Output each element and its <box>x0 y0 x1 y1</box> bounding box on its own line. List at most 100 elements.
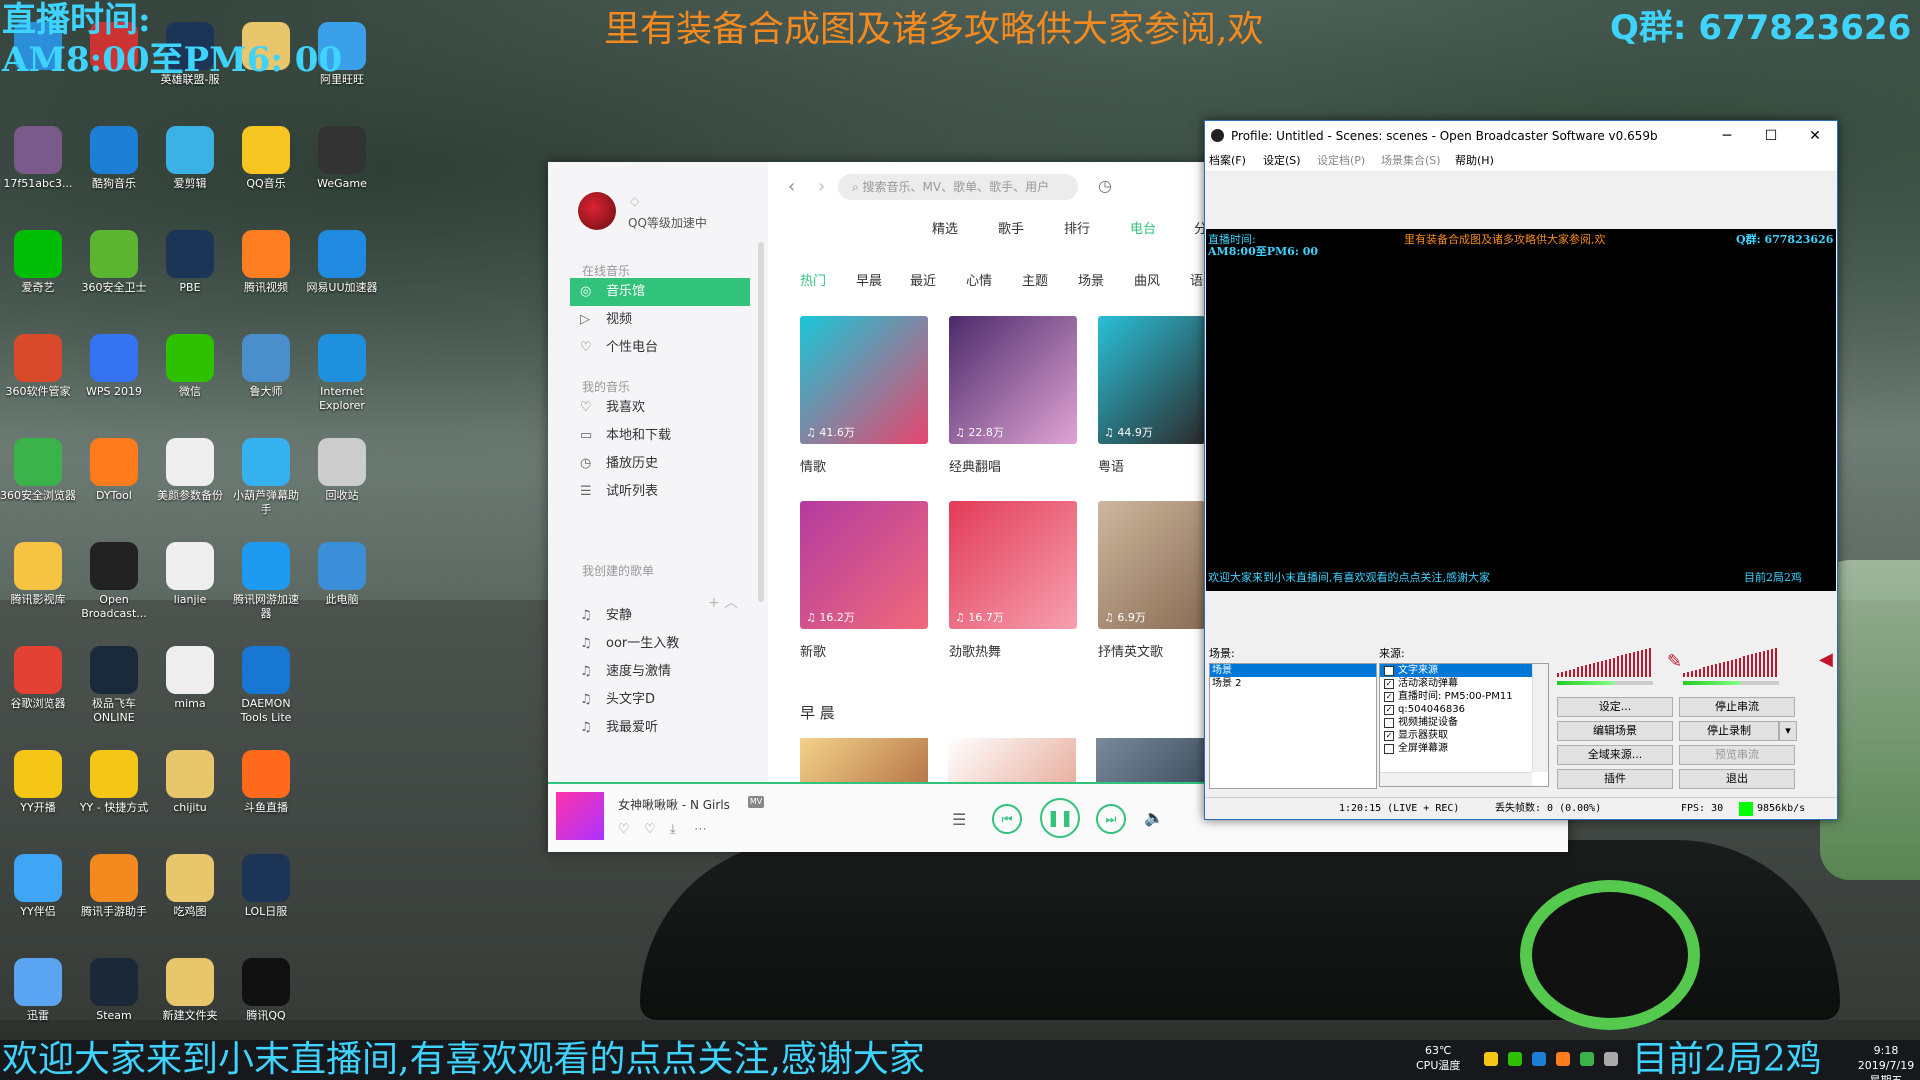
source-item[interactable]: ✓ 活动滚动弹幕 <box>1380 677 1548 690</box>
playlist-caption[interactable]: 粤语 <box>1098 456 1124 475</box>
volume-icon[interactable]: 🔈 <box>1144 808 1164 827</box>
desktop-icon[interactable]: 17f51abc3... <box>0 122 76 222</box>
download-icon[interactable]: ⤓ <box>670 822 676 837</box>
scene-item[interactable]: 场景 2 <box>1210 677 1376 690</box>
source-list[interactable]: ✓ 文字来源 ✓ 活动滚动弹幕 ✓ 直播时间: PM5:00-PM11 ✓ q:5040468… <box>1379 663 1549 787</box>
desktop-icon[interactable]: 腾讯影视库 <box>0 538 76 638</box>
global-sources-button[interactable]: 全域来源... <box>1557 745 1673 765</box>
desktop-icon[interactable]: 爱奇艺 <box>0 226 76 326</box>
desktop-icon[interactable]: lianjie <box>152 538 228 638</box>
tab-2[interactable]: 排行 <box>1064 218 1090 237</box>
exit-button[interactable]: 退出 <box>1679 769 1795 789</box>
subtab-3[interactable]: 心情 <box>966 270 992 289</box>
desktop-icon[interactable]: PBE <box>152 226 228 326</box>
playlist-caption[interactable]: 劲歌热舞 <box>949 641 1001 660</box>
playlist-card[interactable]: ♫ 44.9万 <box>1098 316 1205 444</box>
tab-3[interactable]: 电台 <box>1130 218 1156 237</box>
back-arrow-icon[interactable]: ‹ <box>788 176 795 197</box>
source-checkbox[interactable]: ✓ <box>1384 692 1394 702</box>
playlist-caption[interactable]: 抒情英文歌 <box>1098 641 1163 660</box>
subtab-0[interactable]: 热门 <box>800 270 826 289</box>
desktop-icon[interactable]: mima <box>152 642 228 742</box>
sidebar-item-online-1[interactable]: ▷ 视频 <box>570 306 750 334</box>
desktop-icon[interactable]: DYTool <box>76 434 152 534</box>
subtab-2[interactable]: 最近 <box>910 270 936 289</box>
mic-icon[interactable]: ✎ <box>1667 651 1682 672</box>
obs-menu-item[interactable]: 档案(F) <box>1209 151 1246 171</box>
obs-menu-item[interactable]: 帮助(H) <box>1455 151 1494 171</box>
desktop-icon[interactable]: 网易UU加速器 <box>304 226 380 326</box>
desktop-icon[interactable]: YY - 快捷方式 <box>76 746 152 846</box>
sidebar-playlist-3[interactable]: ♫ 头文字D <box>570 686 750 714</box>
tray-yy-icon[interactable] <box>1484 1052 1498 1066</box>
source-checkbox[interactable]: ✓ <box>1384 705 1394 715</box>
source-checkbox[interactable]: ✓ <box>1384 679 1394 689</box>
tray-network-icon[interactable] <box>1604 1052 1618 1066</box>
like-heart-icon[interactable]: ♡ <box>618 822 630 837</box>
desktop-icon[interactable]: LOL日服 <box>228 850 304 950</box>
source-checkbox[interactable]: ✓ <box>1384 731 1394 741</box>
desktop-icon[interactable]: 吃鸡图 <box>152 850 228 950</box>
playlist-caption[interactable]: 经典翻唱 <box>949 456 1001 475</box>
subtab-4[interactable]: 主题 <box>1022 270 1048 289</box>
search-input[interactable]: ⌕ 搜索音乐、MV、歌单、歌手、用户 <box>838 174 1078 200</box>
previous-track-icon[interactable]: ⏮ <box>992 804 1022 834</box>
sidebar-item-mine-0[interactable]: ♡ 我喜欢 <box>570 394 750 422</box>
source-checkbox[interactable] <box>1384 744 1394 754</box>
desktop-icon[interactable]: 斗鱼直播 <box>228 746 304 846</box>
desktop-icon[interactable]: 美颜参数备份 <box>152 434 228 534</box>
source-item[interactable]: 视频捕捉设备 <box>1380 716 1548 729</box>
subtab-5[interactable]: 场景 <box>1078 270 1104 289</box>
album-cover[interactable] <box>556 792 604 840</box>
desktop-icon[interactable]: chijitu <box>152 746 228 846</box>
desktop-icon[interactable]: 谷歌浏览器 <box>0 642 76 742</box>
desktop-icon[interactable]: YY伴侣 <box>0 850 76 950</box>
obs-title-bar[interactable]: Profile: Untitled - Scenes: scenes - Ope… <box>1205 121 1837 151</box>
close-icon[interactable]: ✕ <box>1793 121 1837 151</box>
sidebar-playlist-0[interactable]: ♫ 安静 <box>570 602 750 630</box>
tray-wechat-icon[interactable] <box>1508 1052 1522 1066</box>
history-clock-icon[interactable]: ◷ <box>1098 176 1112 195</box>
sidebar-item-mine-2[interactable]: ◷ 播放历史 <box>570 450 750 478</box>
desktop-icon[interactable]: WeGame <box>304 122 380 222</box>
sidebar-item-mine-3[interactable]: ☰ 试听列表 <box>570 478 750 506</box>
tab-1[interactable]: 歌手 <box>998 218 1024 237</box>
desktop-icon[interactable]: 360软件管家 <box>0 330 76 430</box>
sidebar-playlist-2[interactable]: ♫ 速度与激情 <box>570 658 750 686</box>
song-title[interactable]: 女神啾啾啾 - N Girls <box>618 796 730 813</box>
desktop-icon[interactable]: 腾讯手游助手 <box>76 850 152 950</box>
desktop-icon[interactable]: Internet Explorer <box>304 330 380 430</box>
sidebar-item-online-2[interactable]: ♡ 个性电台 <box>570 334 750 362</box>
source-vertical-scrollbar[interactable] <box>1532 664 1548 772</box>
stop-stream-button[interactable]: 停止串流 <box>1679 697 1795 717</box>
avatar[interactable] <box>578 192 616 230</box>
tab-0[interactable]: 精选 <box>932 218 958 237</box>
playlist-icon[interactable]: ☰ <box>952 810 966 829</box>
preview-stream-button[interactable]: 预览串流 <box>1679 745 1795 765</box>
source-item[interactable]: ✓ 文字来源 <box>1380 664 1548 677</box>
tray-360-icon[interactable] <box>1580 1052 1594 1066</box>
desktop-icon[interactable]: 腾讯视频 <box>228 226 304 326</box>
source-item[interactable]: ✓ 显示器获取 <box>1380 729 1548 742</box>
subtab-7[interactable]: 语 <box>1190 270 1203 289</box>
desktop-icon[interactable]: Open Broadcast... <box>76 538 152 638</box>
sidebar-scrollbar[interactable] <box>758 242 764 602</box>
source-item[interactable]: ✓ q:504046836 <box>1380 703 1548 716</box>
obs-preview[interactable]: 直播时间: AM8:00至PM6: 00 里有装备合成图及诸多攻略供大家参阅,欢… <box>1206 229 1836 591</box>
desktop-icon[interactable]: 酷狗音乐 <box>76 122 152 222</box>
settings-button[interactable]: 设定... <box>1557 697 1673 717</box>
subtab-6[interactable]: 曲风 <box>1134 270 1160 289</box>
desktop-icon[interactable]: 腾讯网游加速器 <box>228 538 304 638</box>
tray-kugou-icon[interactable] <box>1532 1052 1546 1066</box>
source-item[interactable]: 全屏弹幕源 <box>1380 742 1548 755</box>
desktop-icon[interactable]: 360安全卫士 <box>76 226 152 326</box>
playlist-card[interactable]: ♫ 41.6万 <box>800 316 928 444</box>
desktop-icon[interactable]: 小葫芦弹幕助手 <box>228 434 304 534</box>
more-icon[interactable]: ⋯ <box>694 822 707 837</box>
sidebar-playlist-4[interactable]: ♫ 我最爱听 <box>570 714 750 742</box>
source-checkbox[interactable]: ✓ <box>1384 666 1394 676</box>
desktop-icon[interactable]: 鲁大师 <box>228 330 304 430</box>
next-track-icon[interactable]: ⏭ <box>1096 804 1126 834</box>
stop-record-button[interactable]: 停止录制 <box>1679 721 1779 741</box>
scene-list[interactable]: 场景 场景 2 <box>1209 663 1377 789</box>
